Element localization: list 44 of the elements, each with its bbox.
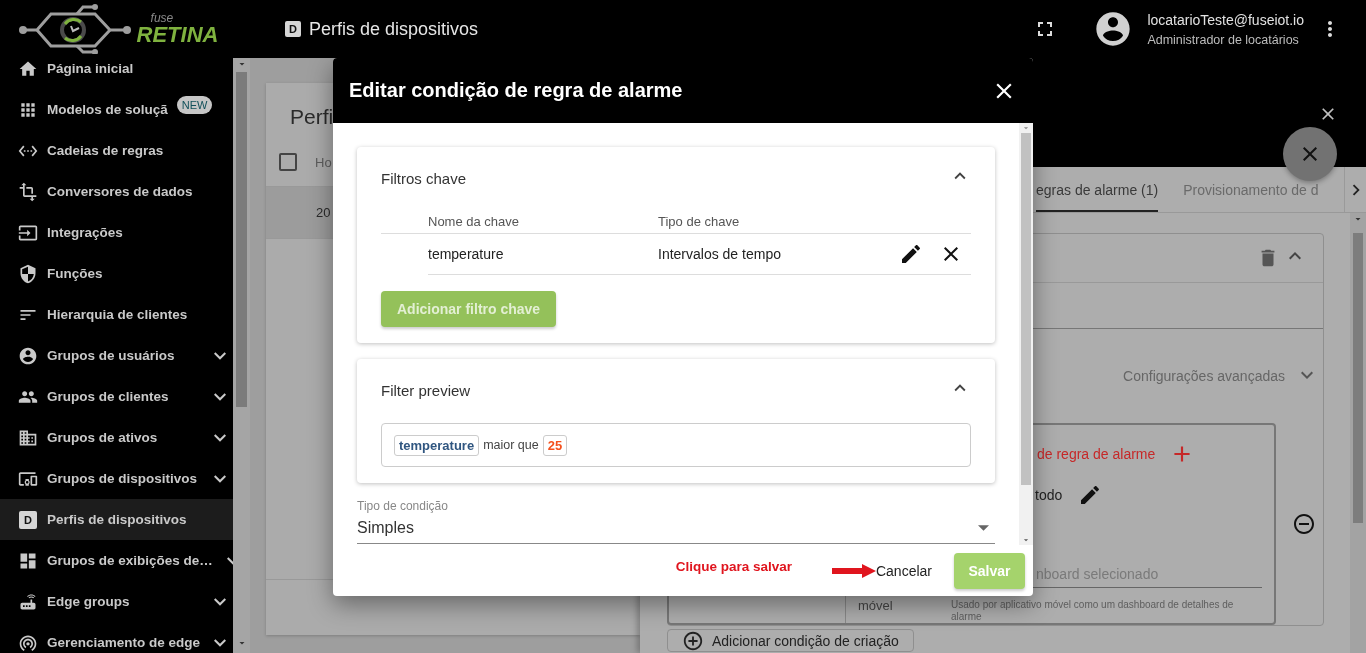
sidebar-item[interactable]: Edge groups	[0, 581, 233, 622]
column-header: Nome da chave	[428, 213, 521, 229]
sidebar-item[interactable]: Grupos de dispositivos	[0, 458, 233, 499]
table-cell-text: temperature	[428, 246, 505, 262]
sidebar-item[interactable]: Grupos de exibições de…	[0, 540, 233, 581]
sidebar-item[interactable]: Gerenciamento de edge	[0, 622, 233, 653]
key-chip: temperature	[394, 434, 480, 456]
dialog-title: Editar condição de regra de alarme	[349, 79, 683, 102]
sidebar-item[interactable]: Grupos de ativos	[0, 417, 233, 458]
sidebar-item[interactable]: Cadeias de regras	[0, 130, 233, 171]
logo-name: RETINA	[136, 24, 219, 46]
schedule-text: todo	[1035, 487, 1063, 503]
add-condition-button[interactable]: Adicionar condição de criação	[667, 629, 914, 652]
condition-type-select[interactable]: Tipo de condição Simples	[357, 499, 995, 544]
cancel-button[interactable]: Cancelar	[875, 562, 954, 579]
panel-title: Filtros chave	[381, 169, 467, 187]
sidebar-item[interactable]: Funções	[0, 253, 233, 294]
new-badge: NEW	[176, 95, 213, 114]
sidebar-item[interactable]: Hierarquia de clientes	[0, 294, 233, 335]
sidebar-item[interactable]: Integrações	[0, 212, 233, 253]
sidebar-item[interactable]: D Perfis de dispositivos	[0, 499, 233, 540]
page-letter-icon: D	[285, 21, 301, 37]
tab[interactable]: egras de alarme (1)	[1036, 182, 1159, 212]
annotation-text: Clique para salvar	[675, 559, 792, 574]
letter-icon: D	[19, 510, 37, 529]
field-label: móvel	[858, 598, 893, 613]
sidebar-item[interactable]: Página inicial	[0, 58, 233, 89]
sidebar-item[interactable]: Modelos de soluçã NEW	[0, 89, 233, 130]
sidebar-item[interactable]: Conversores de dados	[0, 171, 233, 212]
logo-small-text: fuse	[150, 12, 175, 24]
user-role: Administrador de locatários	[1147, 32, 1300, 47]
column-header: Ho	[315, 154, 332, 170]
column-header: Tipo de chave	[658, 213, 741, 229]
condition-title: de regra de alarme	[1037, 446, 1156, 462]
panel-title: Filter preview	[381, 381, 471, 399]
sidebar-item[interactable]: Grupos de usuários	[0, 335, 233, 376]
user-email: locatarioTeste@fuseiot.io	[1147, 11, 1304, 28]
value-chip: 25	[542, 434, 568, 456]
card-title: Perfi	[290, 105, 334, 128]
sidebar-item[interactable]: Grupos de clientes	[0, 376, 233, 417]
page-title: Perfis de dispositivos	[309, 18, 479, 40]
table-cell-text: Intervalos de tempo	[658, 246, 782, 262]
operation-text: maior que	[483, 438, 539, 452]
table-cell: 20	[316, 205, 331, 220]
